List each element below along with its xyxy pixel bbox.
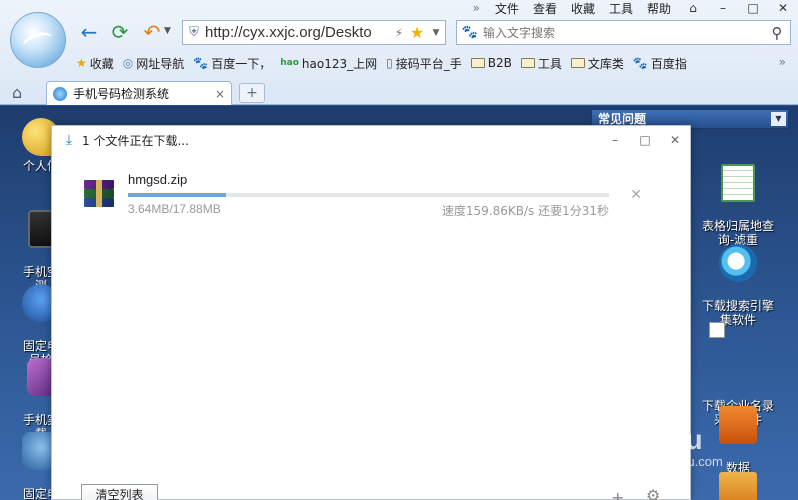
browser-chrome: » 文件 查看 收藏 工具 帮助 ⌂ – □ ✕ ← ⟳ ↶ ▼ ⛨ http:…	[0, 0, 798, 105]
star-icon: ★	[76, 56, 87, 70]
tab-label: 手机号码检测系统	[73, 87, 170, 101]
close-button[interactable]: ✕	[660, 133, 690, 147]
bookmark-sms[interactable]: ▯ 接码平台_手	[386, 55, 462, 72]
watermark-logo-text: Bai du	[612, 424, 704, 455]
search-icon[interactable]: ⚲	[764, 24, 790, 42]
download-size-text: 3.64MB/17.88MB	[128, 202, 221, 216]
download-dialog-titlebar: ⤓ 1 个文件正在下载... – □ ✕	[52, 126, 690, 154]
search-input[interactable]	[483, 25, 764, 40]
download-progress-bar	[128, 193, 609, 197]
minimize-button[interactable]: –	[600, 133, 630, 147]
browser-logo	[10, 12, 66, 68]
clear-list-button[interactable]: 清空列表	[81, 484, 158, 500]
folder-icon	[470, 58, 485, 68]
plus-icon[interactable]: +	[611, 488, 624, 500]
watermark-url: jingyan.baidu.com	[618, 454, 723, 469]
new-tab-button[interactable]: +	[239, 83, 265, 103]
address-dropdown-icon[interactable]: ▼	[427, 28, 445, 38]
archive-file-icon	[82, 180, 116, 208]
skin-icon[interactable]: ⌂	[678, 1, 708, 15]
baidu-paw-icon[interactable]: 🐾	[457, 25, 483, 40]
undo-icon[interactable]: ↶	[140, 20, 164, 44]
download-progress-fill	[128, 193, 226, 197]
bookmark-baidu[interactable]: 🐾 百度一下，	[193, 55, 271, 72]
minimize-button[interactable]: –	[708, 1, 738, 15]
download-item[interactable]: hmgsd.zip 3.64MB/17.88MB 速度159.86KB/s 还要…	[82, 170, 642, 220]
back-arrow-icon[interactable]: ←	[77, 20, 101, 44]
bookmark-tools[interactable]: 工具	[520, 55, 562, 72]
menu-bar: » 文件 查看 收藏 工具 帮助 ⌂ – □ ✕	[465, 0, 798, 16]
download-dialog: ⤓ 1 个文件正在下载... – □ ✕ hmgsd.zip 3.64MB/17…	[51, 125, 691, 500]
address-bar[interactable]: ⛨ http://cyx.xxjc.org/Deskto ⚡ ★ ▼	[182, 20, 446, 45]
bookmark-wenku[interactable]: 文库类	[570, 55, 624, 72]
menu-favorites[interactable]: 收藏	[564, 0, 602, 17]
paw-icon: 🐾	[632, 56, 648, 70]
tab-phone-check[interactable]: 手机号码检测系统 ×	[46, 81, 232, 105]
hao-icon: hao	[280, 58, 299, 68]
refresh-icon[interactable]: ⟳	[108, 20, 132, 44]
home-icon[interactable]: ⌂	[12, 83, 22, 102]
bookmark-baidu-index[interactable]: 🐾 百度指	[633, 55, 687, 72]
faq-title: 常见问题	[598, 112, 647, 126]
bookmark-hao123[interactable]: hao hao123_上网	[280, 55, 377, 72]
lightning-icon[interactable]: ⚡	[391, 26, 407, 40]
maximize-button[interactable]: □	[630, 133, 660, 147]
page-icon: ▯	[386, 56, 393, 70]
download-dialog-title: 1 个文件正在下载...	[82, 133, 189, 148]
baidu-watermark: Bai du jingyan.baidu.com	[612, 424, 792, 484]
globe-icon: ◎	[122, 56, 134, 70]
favorite-star-icon[interactable]: ★	[407, 23, 427, 42]
download-file-name[interactable]: hmgsd.zip	[128, 172, 187, 187]
undo-dropdown-icon[interactable]: ▼	[164, 26, 171, 36]
folder-icon	[570, 58, 585, 68]
close-window-button[interactable]: ✕	[768, 1, 798, 15]
close-icon[interactable]: ✕	[630, 187, 642, 203]
bookmark-b2b[interactable]: B2B	[470, 56, 512, 70]
bookmark-favorites[interactable]: ★ 收藏	[76, 55, 114, 72]
bookmark-nav[interactable]: ◎ 网址导航	[123, 55, 185, 72]
tab-strip: ⌂ 手机号码检测系统 × +	[0, 80, 798, 105]
folder-icon	[520, 58, 535, 68]
security-shield-icon[interactable]: ⛨	[183, 25, 205, 40]
bookmarks-bar: ★ 收藏 ◎ 网址导航 🐾 百度一下， hao hao123_上网 ▯ 接码平台_手 B2…	[76, 52, 798, 74]
gear-icon[interactable]: ⚙	[646, 486, 660, 500]
broken-image-icon	[709, 322, 725, 338]
chevron-down-icon[interactable]: ▼	[771, 112, 786, 126]
tab-close-icon[interactable]: ×	[215, 87, 225, 101]
menu-file[interactable]: 文件	[488, 0, 526, 17]
paw-icon: 🐾	[193, 56, 209, 70]
search-box[interactable]: 🐾 ⚲	[456, 20, 791, 45]
magnifier-icon	[719, 244, 757, 282]
bookmarks-more-icon[interactable]: »	[779, 55, 786, 69]
download-icon: ⤓	[65, 132, 73, 148]
spreadsheet-icon	[721, 164, 755, 202]
maximize-button[interactable]: □	[738, 1, 768, 15]
address-url[interactable]: http://cyx.xxjc.org/Deskto	[205, 24, 391, 41]
tab-favicon-icon	[53, 86, 67, 101]
menu-more-icon[interactable]: »	[465, 1, 488, 15]
menu-tools[interactable]: 工具	[602, 0, 640, 17]
menu-help[interactable]: 帮助	[640, 0, 678, 17]
download-speed-text: 速度159.86KB/s 还要1分31秒	[441, 204, 609, 218]
menu-view[interactable]: 查看	[526, 0, 564, 17]
